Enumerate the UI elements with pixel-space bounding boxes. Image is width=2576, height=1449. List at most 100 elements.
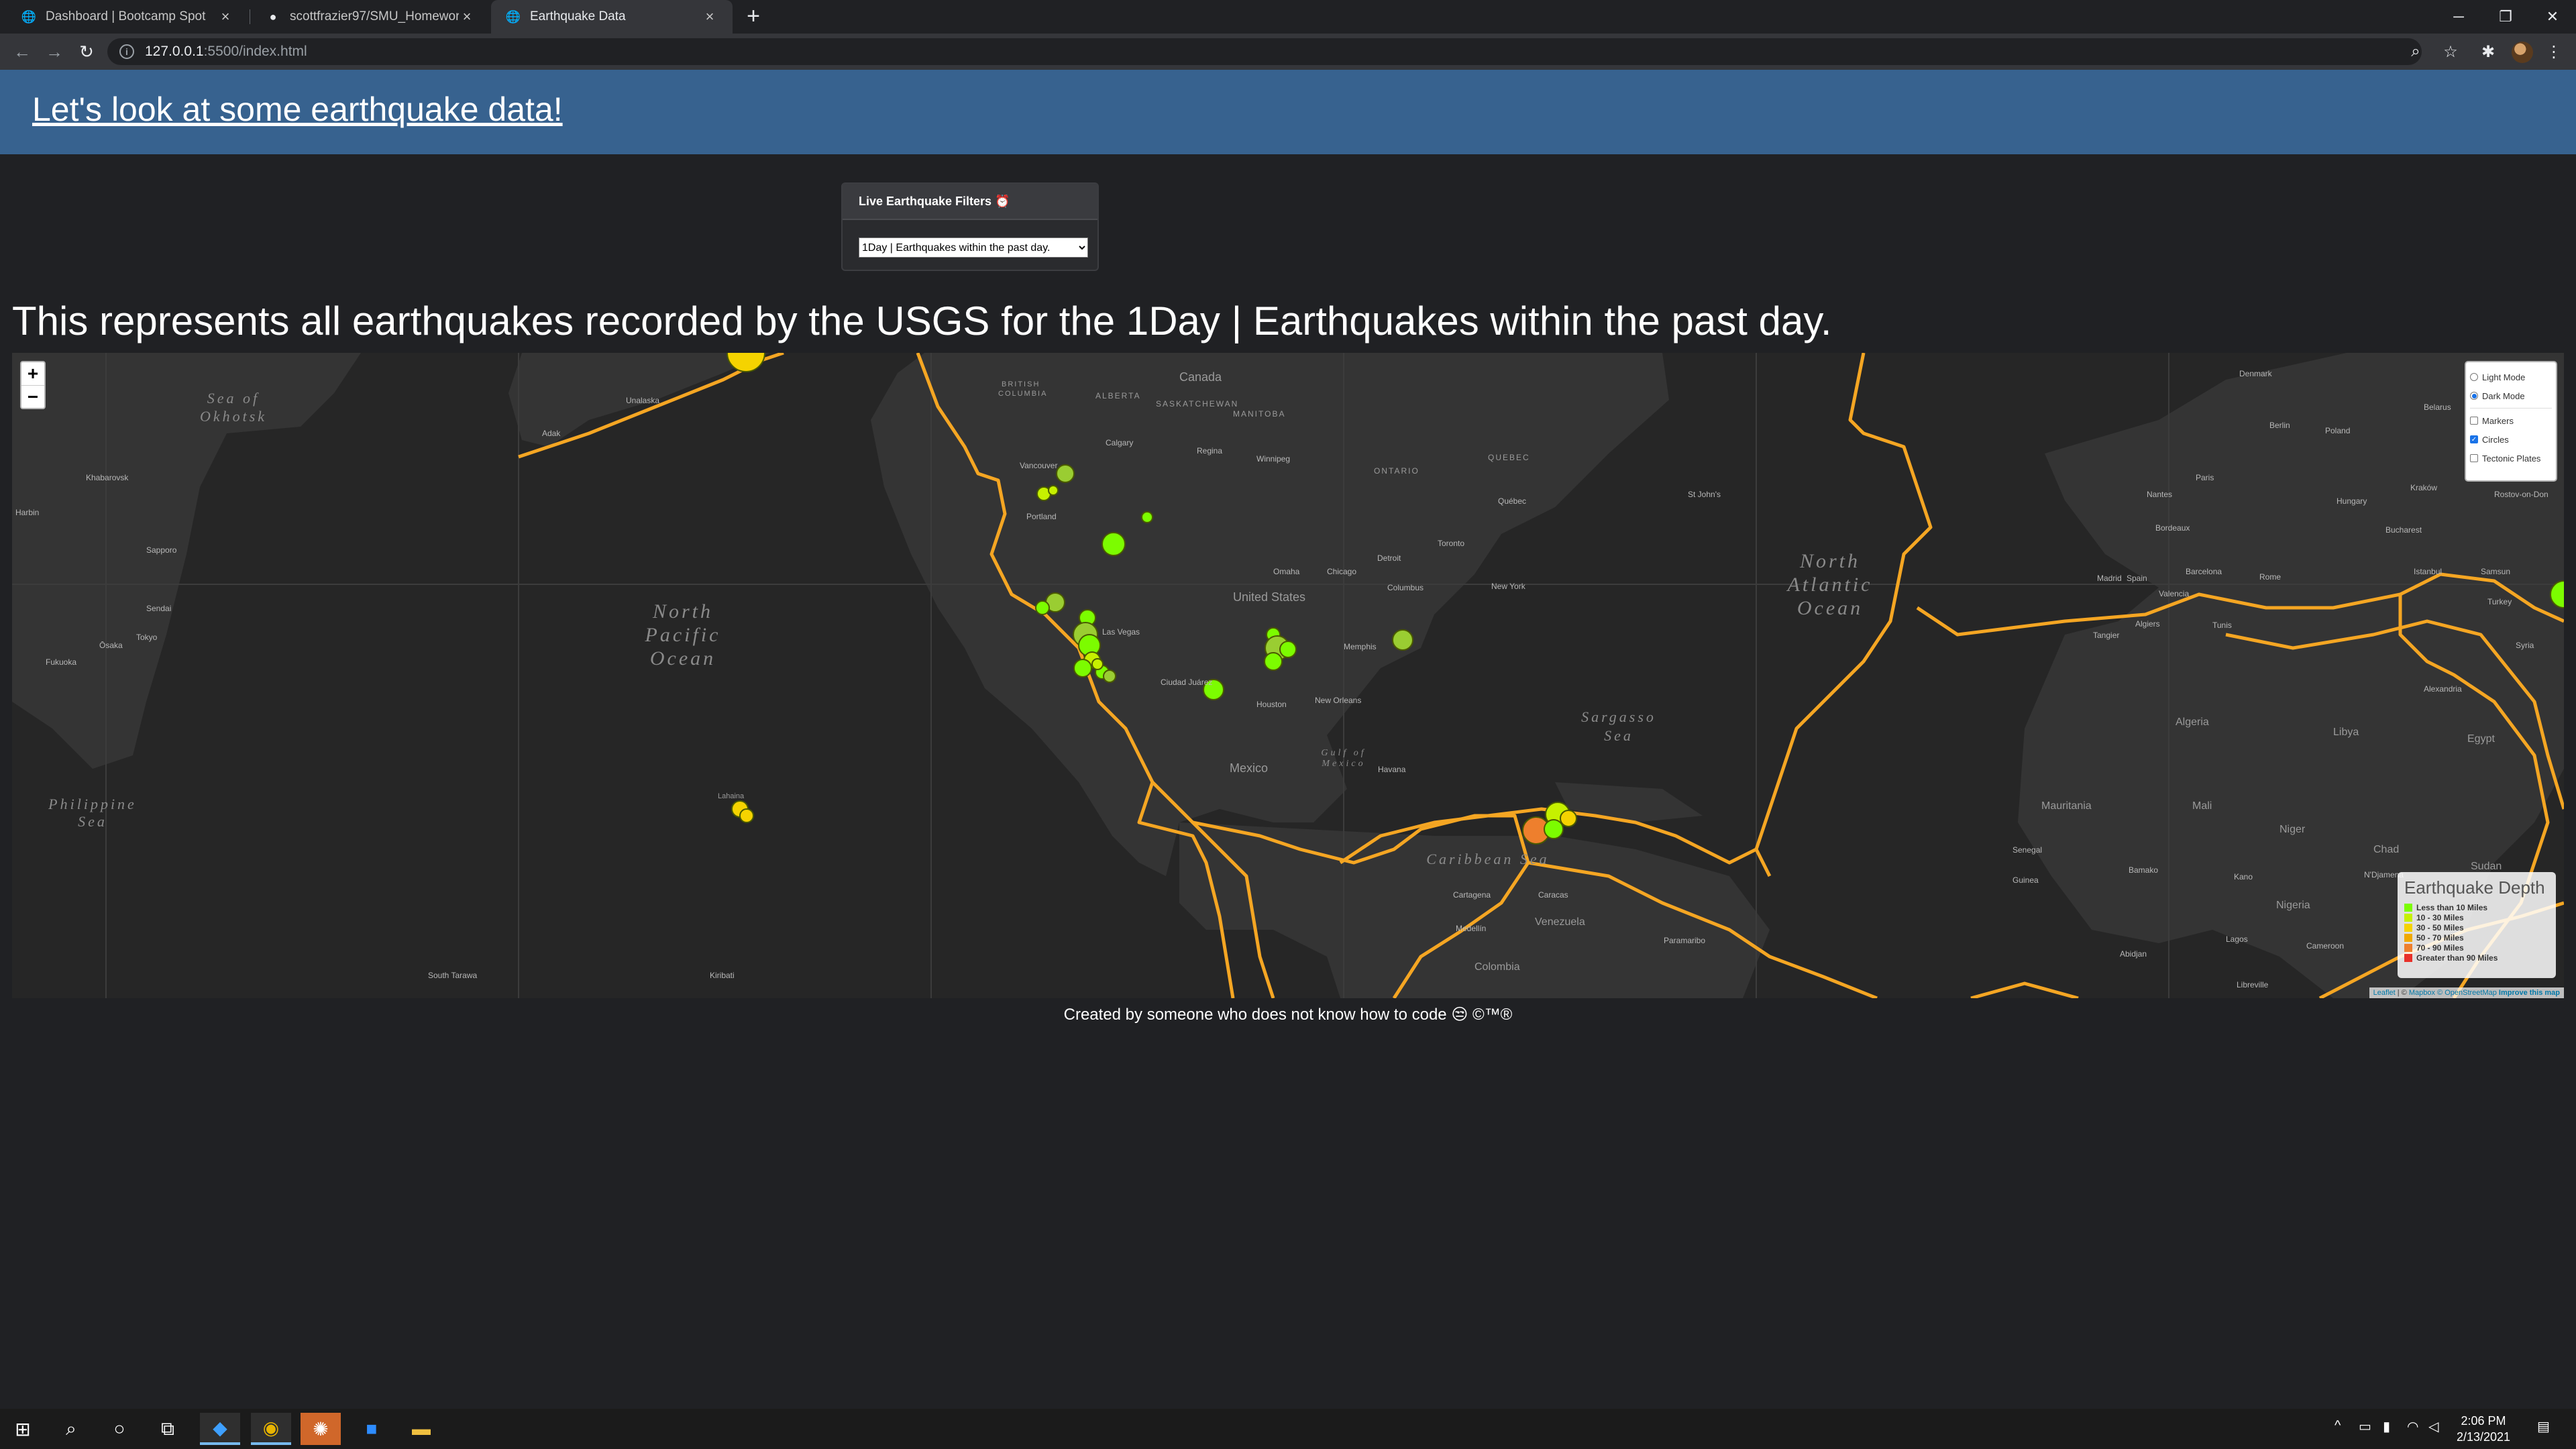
city-label: Fukuoka — [46, 657, 76, 667]
avatar[interactable] — [2512, 42, 2533, 63]
page-title-link[interactable]: Let's look at some earthquake data! — [32, 90, 563, 129]
label-north-atlantic-3: Ocean — [1797, 597, 1863, 619]
mapbox-link[interactable]: Mapbox — [2409, 989, 2435, 997]
layer-label: Markers — [2482, 415, 2514, 426]
quake-circle[interactable] — [1048, 485, 1059, 496]
label-chad: Chad — [2373, 844, 2399, 855]
info-icon[interactable]: i — [119, 44, 134, 59]
search-icon[interactable]: ⌕ — [51, 1413, 91, 1445]
city-label: Rome — [2259, 572, 2281, 582]
legend-swatch — [2404, 923, 2412, 932]
quake-circle[interactable] — [739, 808, 754, 823]
app-icon[interactable]: ✺ — [301, 1413, 341, 1445]
depth-legend: Earthquake Depth Less than 10 Miles 10 -… — [2398, 872, 2556, 978]
city-label: Poland — [2325, 426, 2350, 435]
new-tab-button[interactable]: + — [741, 4, 766, 30]
city-label: Kiribati — [710, 971, 735, 980]
minimize-button[interactable]: ─ — [2435, 0, 2482, 34]
layer-circles[interactable]: ✓ Circles — [2470, 430, 2552, 449]
filters-heading: Live Earthquake Filters ⏰ — [843, 184, 1097, 220]
earthquake-map[interactable]: Sea of Okhotsk North Pacific Ocean North… — [12, 353, 2564, 998]
layer-tectonic-plates[interactable]: Tectonic Plates — [2470, 449, 2552, 468]
quake-circle[interactable] — [1279, 641, 1297, 658]
wifi-icon[interactable]: ◠ — [2407, 1418, 2418, 1435]
menu-kebab-icon[interactable]: ⋮ — [2542, 40, 2565, 63]
city-label: St John's — [1688, 490, 1721, 499]
tab-bootcamp-spot[interactable]: 🌐 Dashboard | Bootcamp Spot × — [7, 0, 248, 34]
label-venezuela: Venezuela — [1535, 916, 1585, 928]
city-label: Lagos — [2226, 934, 2248, 944]
battery-icon[interactable]: ▮ — [2383, 1418, 2390, 1435]
label-north-atlantic-1: North — [1799, 550, 1860, 572]
city-label: Samsun — [2481, 567, 2510, 576]
bookmark-star-icon[interactable]: ☆ — [2439, 40, 2462, 63]
zoom-magnifier-icon[interactable]: ⌕ — [2404, 40, 2427, 63]
radio-dark-mode[interactable] — [2470, 392, 2478, 400]
leaflet-link[interactable]: Leaflet — [2373, 989, 2396, 997]
restore-button[interactable]: ❐ — [2482, 0, 2529, 34]
city-label: Memphis — [1344, 642, 1377, 651]
layer-dark-mode[interactable]: Dark Mode — [2470, 386, 2552, 405]
osm-link[interactable]: © OpenStreetMap — [2435, 989, 2499, 997]
zoom-app-icon[interactable]: ■ — [352, 1413, 392, 1445]
extensions-puzzle-icon[interactable]: ✱ — [2477, 40, 2500, 63]
tab-earthquake-data[interactable]: 🌐 Earthquake Data × — [491, 0, 733, 34]
quake-circle[interactable] — [1264, 652, 1283, 671]
volume-icon[interactable]: ◁ — [2428, 1418, 2438, 1435]
checkbox-tectonic-plates[interactable] — [2470, 454, 2478, 462]
close-icon[interactable]: × — [459, 8, 475, 25]
city-label: Syria — [2516, 641, 2534, 650]
close-window-button[interactable]: ✕ — [2529, 0, 2576, 34]
quake-circle[interactable] — [1102, 532, 1126, 556]
chrome-icon[interactable]: ◉ — [251, 1413, 291, 1445]
quake-circle[interactable] — [1056, 464, 1075, 483]
quake-circle[interactable] — [1392, 629, 1413, 651]
close-icon[interactable]: × — [217, 8, 233, 25]
task-view-icon[interactable]: ⧉ — [148, 1413, 188, 1445]
radio-light-mode[interactable] — [2470, 373, 2478, 381]
quake-circle[interactable] — [1141, 511, 1153, 523]
layer-label: Tectonic Plates — [2482, 453, 2541, 464]
checkbox-markers[interactable] — [2470, 417, 2478, 425]
zoom-out-button[interactable]: − — [21, 385, 44, 408]
quake-circle[interactable] — [1103, 669, 1116, 683]
reload-icon[interactable]: ↻ — [75, 40, 98, 63]
cortana-icon[interactable]: ○ — [99, 1413, 140, 1445]
forward-icon[interactable]: → — [43, 40, 66, 63]
address-bar[interactable]: i 127.0.0.1:5500/index.html — [107, 38, 2422, 65]
back-icon[interactable]: ← — [11, 40, 34, 63]
layer-markers[interactable]: Markers — [2470, 411, 2552, 430]
city-label: Detroit — [1377, 553, 1401, 563]
checkbox-circles[interactable]: ✓ — [2470, 435, 2478, 443]
map-canvas[interactable]: Sea of Okhotsk North Pacific Ocean North… — [12, 353, 2564, 998]
improve-map-link[interactable]: Improve this map — [2499, 989, 2560, 997]
city-label: Rostov-on-Don — [2494, 490, 2548, 499]
page-header: Let's look at some earthquake data! — [0, 70, 2576, 154]
vscode-icon[interactable]: ◆ — [200, 1413, 240, 1445]
quake-circle[interactable] — [1035, 600, 1050, 615]
city-label: Ciudad Juárez — [1161, 678, 1212, 687]
quake-circle[interactable] — [1544, 819, 1564, 839]
city-label: Abidjan — [2120, 949, 2147, 959]
map-attribution: Leaflet | © Mapbox © OpenStreetMap Impro… — [2369, 987, 2564, 998]
zoom-in-button[interactable]: + — [21, 362, 44, 385]
legend-item: 70 - 90 Miles — [2404, 943, 2549, 953]
label-sargasso-2: Sea — [1604, 727, 1633, 744]
close-icon[interactable]: × — [702, 8, 718, 25]
windows-start-icon[interactable]: ⊞ — [3, 1413, 43, 1445]
quake-circle[interactable] — [1560, 810, 1577, 827]
taskbar-clock[interactable]: 2:06 PM 2/13/2021 — [2443, 1413, 2524, 1445]
tray-device-icon[interactable]: ▭ — [2359, 1418, 2371, 1435]
layer-light-mode[interactable]: Light Mode — [2470, 368, 2552, 386]
label-ontario: ONTARIO — [1374, 466, 1419, 476]
city-label: Unalaska — [626, 396, 659, 405]
quake-circle[interactable] — [1091, 658, 1104, 670]
notifications-icon[interactable]: ▤ — [2537, 1418, 2550, 1435]
city-label: Guinea — [2012, 875, 2039, 885]
tray-chevron-icon[interactable]: ^ — [2334, 1418, 2341, 1434]
tab-github[interactable]: ● scottfrazier97/SMU_Homework × — [251, 0, 490, 34]
quake-circle[interactable] — [1073, 659, 1092, 678]
legend-label: Less than 10 Miles — [2416, 902, 2488, 912]
timeframe-select[interactable]: 1Day | Earthquakes within the past day. — [859, 237, 1088, 258]
file-explorer-icon[interactable]: ▬ — [401, 1413, 441, 1445]
